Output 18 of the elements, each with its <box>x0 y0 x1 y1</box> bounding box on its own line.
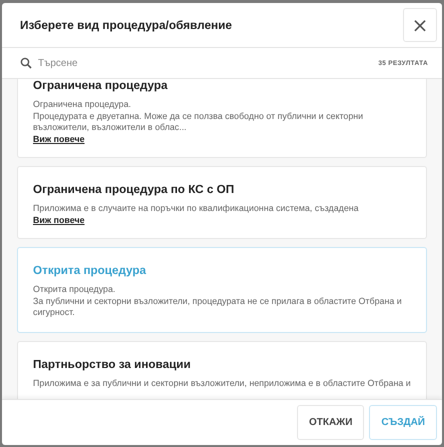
procedure-title: Ограничена процедура по КС с ОП <box>33 183 234 196</box>
procedure-card[interactable]: Ограничена процедура по КС с ОП Приложима е в случаите на поръчки по квалификационна система, създадена Виж повече <box>17 166 427 239</box>
procedure-card[interactable]: Ограничена процедура Ограничена процедура. Процедурата е двуетапна. Може да се ползва свободно от публични и секторни възложители, възложители в облас... Виж повече <box>17 79 427 158</box>
procedure-description: Ограничена процедура. Процедурата е двуетапна. Може да се ползва свободно от публични и секторни възложители, възложители в облас... <box>33 99 364 134</box>
procedure-title: Ограничена процедура <box>33 79 168 92</box>
see-more-link[interactable]: Виж повече <box>33 134 85 144</box>
see-more-link[interactable]: Виж повече <box>33 214 85 225</box>
procedure-title: Партньорство за иновации <box>33 358 191 371</box>
procedure-description: Приложима е за публични и секторни възложители, неприложима е в областите Отбрана и <box>33 378 411 390</box>
cancel-button[interactable]: ОТКАЖИ <box>296 405 364 440</box>
dialog-title: Изберете вид процедура/обявление <box>20 18 232 32</box>
procedure-description: Открита процедура. За публични и секторни възложители, процедурата не се прилага в областите Отбрана и сигурност. <box>33 284 403 319</box>
close-button[interactable]: × <box>403 8 437 42</box>
procedure-card[interactable]: Партньорство за иновации Приложима е за публични и секторни възложители, неприложима е в областите Отбрана и <box>17 340 427 399</box>
procedure-description: Приложима е в случаите на поръчки по квалификационна система, създадена <box>33 203 359 215</box>
search-icon <box>20 57 32 69</box>
procedure-card[interactable]: Открита процедура Открита процедура. За публични и секторни възложители, процедурата не се прилага в областите Отбрана и сигурност. <box>17 246 427 333</box>
procedure-title: Открита процедура <box>33 264 146 277</box>
